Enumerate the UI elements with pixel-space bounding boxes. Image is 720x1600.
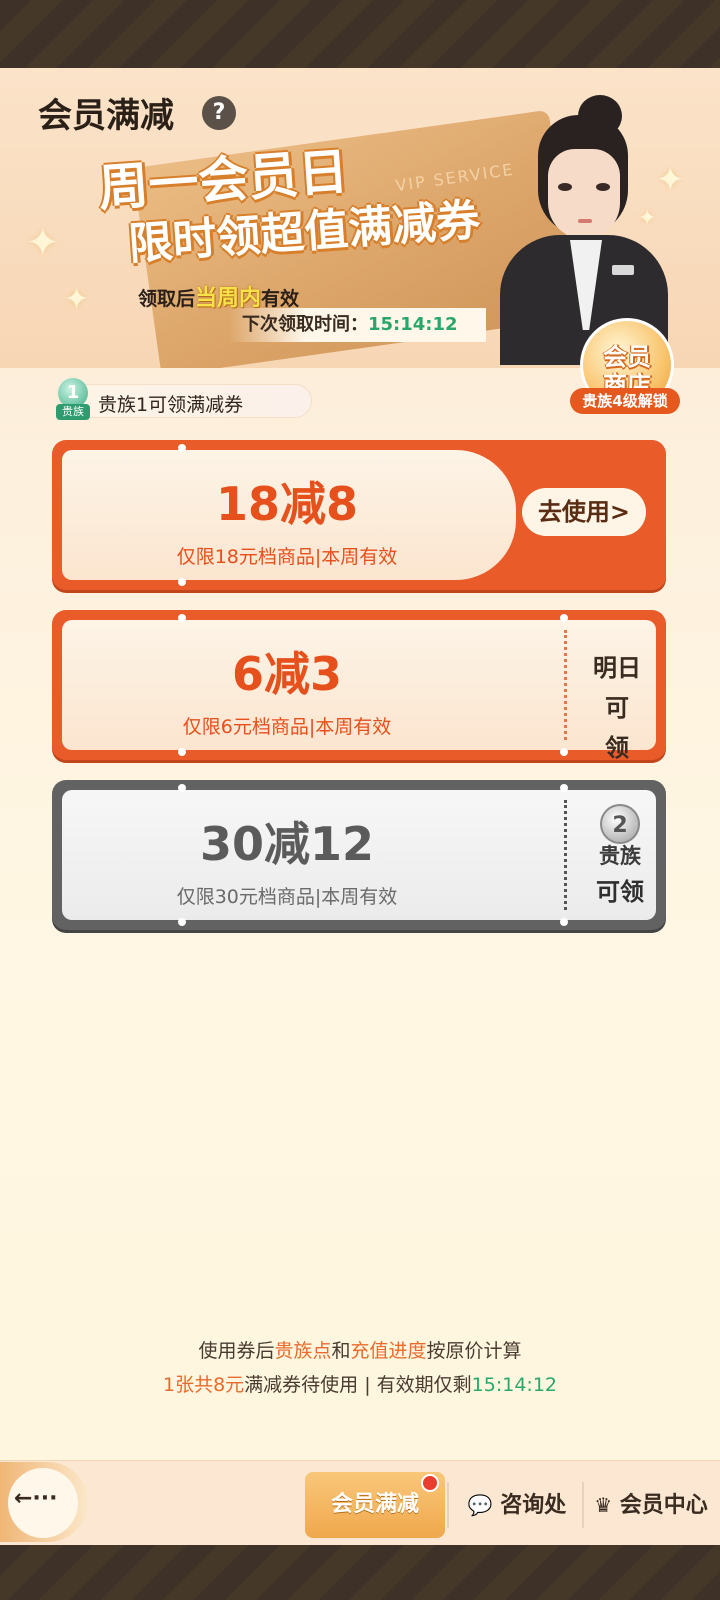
valid-note-prefix: 领取后 (138, 288, 196, 310)
tab-consult[interactable]: 💬 咨询处 (452, 1472, 582, 1538)
shop-lock-label: 贵族4级解锁 (570, 388, 680, 414)
tab-member-center-label: 会员中心 (619, 1493, 708, 1518)
page-title: 会员满减 (38, 96, 174, 136)
claim-tomorrow-line1: 明日可 (593, 654, 641, 722)
claim-tomorrow-label: 明日可 领 (582, 648, 652, 768)
next-claim-time: 下次领取时间：15:14:12 (228, 308, 486, 342)
tab-divider (582, 1482, 584, 1528)
tab-consult-label: 咨询处 (500, 1493, 567, 1518)
usage-note: 使用券后贵族点和充值进度按原价计算 (0, 1336, 720, 1363)
coupon-card-3: 30减12 仅限30元档商品|本周有效 2 贵族 可领 (52, 780, 666, 930)
tier-text: 贵族1可领满减券 (98, 394, 244, 416)
coupon-separator (564, 800, 567, 910)
tab-member-discount[interactable]: 会员满减 (305, 1472, 445, 1538)
back-button[interactable]: ←··· (0, 1462, 88, 1542)
tab-divider (447, 1482, 449, 1528)
usage-note-text: 使用券后 (198, 1340, 275, 1362)
coupon-amount: 30减12 (199, 817, 375, 871)
notification-dot (421, 1474, 439, 1492)
locked-tier-label: 贵族 (599, 844, 641, 868)
tier-icon-label: 贵族 (56, 404, 90, 420)
locked-claim-label: 可领 (596, 878, 644, 906)
crown-icon: ♛ (594, 1493, 613, 1517)
pending-count: 1张共8元 (162, 1374, 245, 1396)
use-coupon-button[interactable]: 去使用> (522, 488, 646, 536)
bottom-background (0, 1545, 720, 1600)
sparkle-icon: ✦ (26, 220, 60, 266)
usage-note-highlight: 贵族点 (274, 1340, 332, 1362)
usage-note-highlight: 充值进度 (350, 1340, 427, 1362)
coupon-desc: 仅限6元档商品|本周有效 (182, 716, 392, 738)
help-icon[interactable]: ? (202, 96, 236, 130)
usage-note-text: 按原价计算 (426, 1340, 522, 1362)
next-claim-label: 下次领取时间： (242, 314, 368, 335)
tab-member-discount-label: 会员满减 (330, 1492, 419, 1517)
back-arrow-icon: ←··· (14, 1486, 58, 1511)
coupon-amount: 18减8 (215, 477, 359, 531)
pending-coupon-note: 1张共8元满减券待使用 | 有效期仅剩15:14:12 (0, 1370, 720, 1397)
claim-tomorrow-line2: 领 (605, 734, 629, 762)
top-background (0, 0, 720, 68)
next-claim-countdown: 15:14:12 (368, 314, 458, 335)
valid-note-suffix: 有效 (261, 288, 300, 310)
coupon-amount: 6减3 (231, 647, 342, 701)
sparkle-icon: ✦ (64, 282, 90, 317)
coupon-card-1: 18减8 仅限18元档商品|本周有效 去使用> (52, 440, 666, 590)
usage-note-text: 和 (331, 1340, 351, 1362)
coupon-desc: 仅限30元档商品|本周有效 (176, 886, 398, 908)
coupon-separator (564, 630, 567, 740)
coupon-desc: 仅限18元档商品|本周有效 (176, 546, 398, 568)
tier-1-icon: 1 贵族 (54, 378, 94, 422)
tab-member-center[interactable]: ♛ 会员中心 (586, 1472, 716, 1538)
coupon-card-2: 6减3 仅限6元档商品|本周有效 明日可 领 (52, 610, 666, 762)
expiry-countdown: 15:14:12 (471, 1374, 557, 1396)
chat-icon: 💬 (467, 1493, 493, 1517)
tier-2-medal-icon: 2 (600, 804, 640, 844)
pending-note-text: 满减券待使用 | 有效期仅剩 (244, 1374, 472, 1396)
